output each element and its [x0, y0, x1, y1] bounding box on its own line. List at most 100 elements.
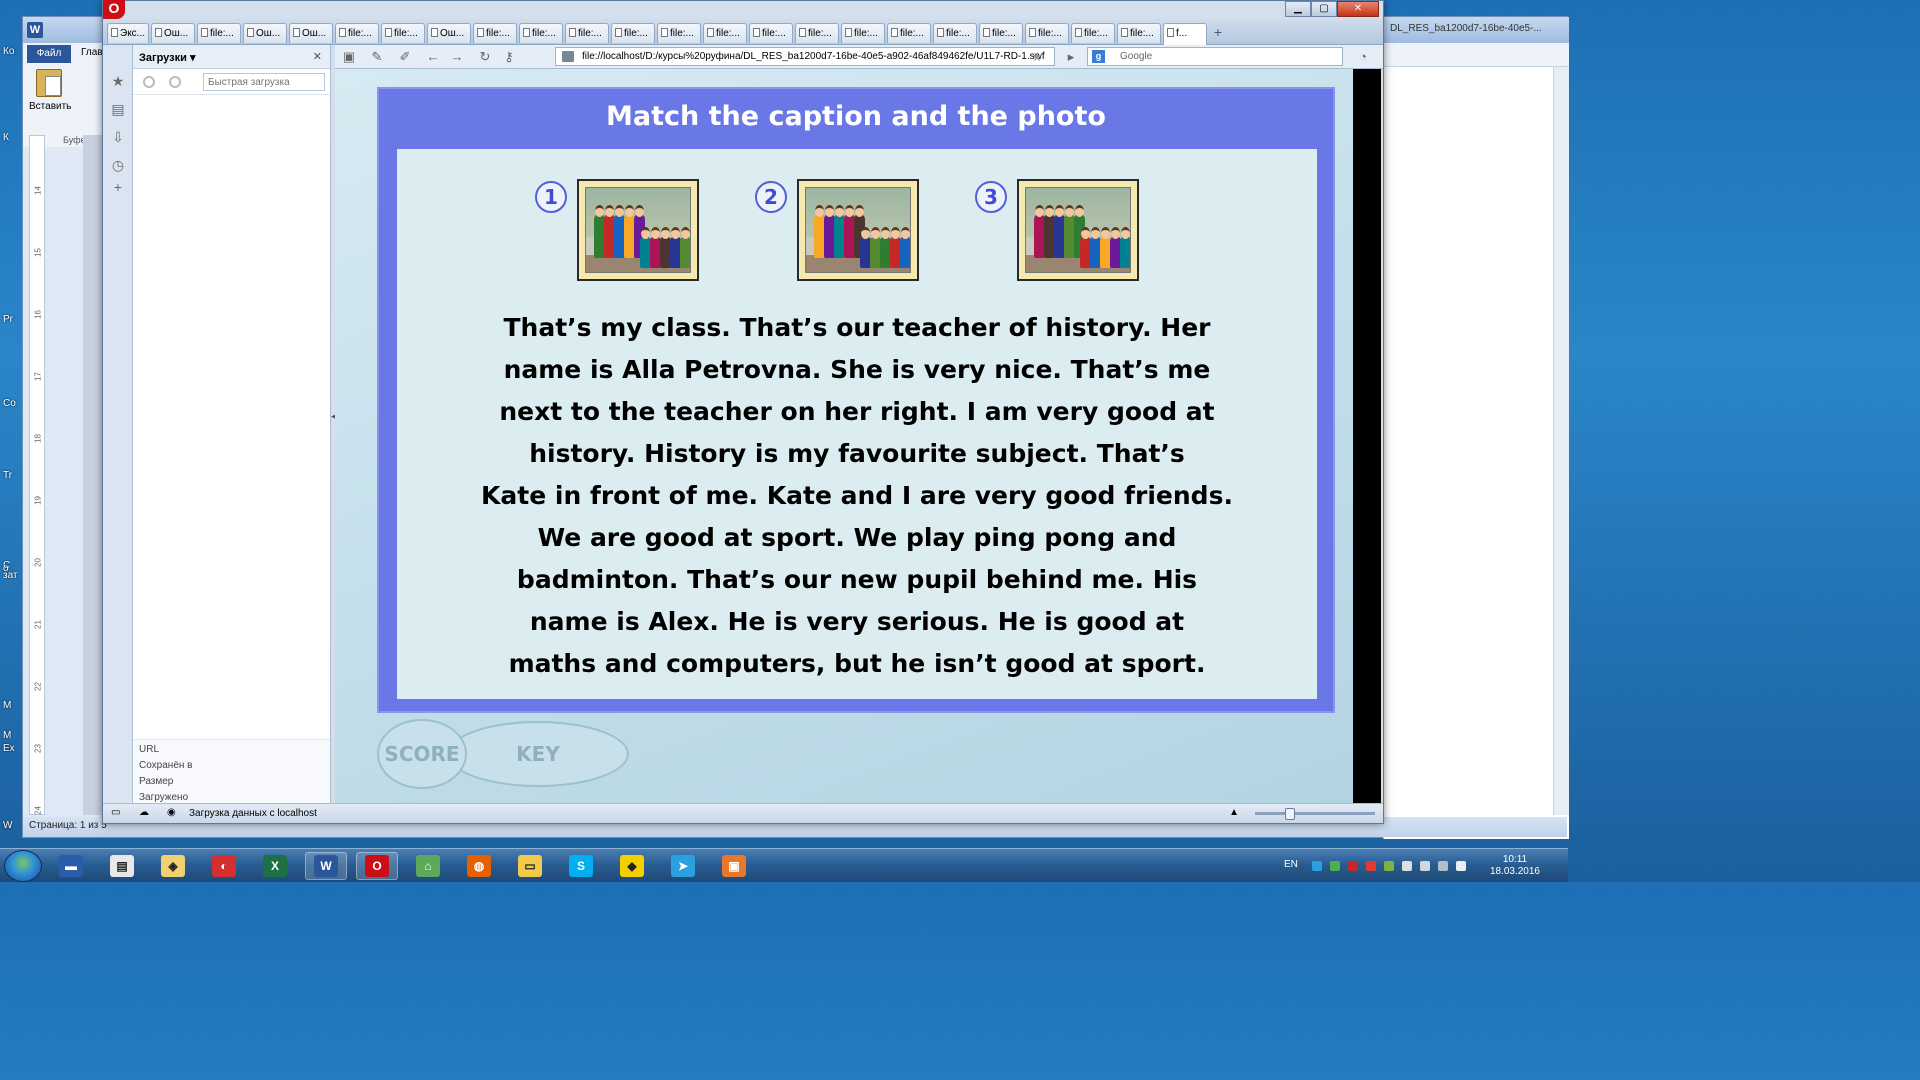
browser-tab[interactable]: file:... [841, 23, 885, 43]
shield-tray-icon[interactable] [1366, 861, 1376, 871]
panel-toggle-icon[interactable]: ▭ [111, 807, 120, 818]
browser-tab[interactable]: Экс... [107, 23, 149, 43]
desktop-icon-label[interactable]: К [3, 132, 9, 143]
browser-tab[interactable]: Ош... [243, 23, 287, 43]
zoom-up-icon[interactable]: ▲ [1229, 807, 1239, 818]
language-indicator[interactable]: EN [1284, 859, 1298, 870]
telegram-tray-icon[interactable] [1312, 861, 1322, 871]
wrench-icon[interactable]: ✎ [369, 49, 385, 65]
browser-tab[interactable]: file:... [473, 23, 517, 43]
notes-icon[interactable]: ▤ [110, 101, 126, 117]
search-field[interactable]: g Google [1087, 47, 1343, 66]
browser-tab[interactable]: file:... [979, 23, 1023, 43]
desktop-icon-label[interactable]: зат [3, 570, 18, 581]
flag-tray-icon[interactable] [1420, 861, 1430, 871]
browser-tab[interactable]: file:... [335, 23, 379, 43]
address-bar[interactable]: file://localhost/D:/курсы%20руфина/DL_RE… [555, 47, 1055, 66]
back-icon[interactable]: ← [425, 49, 441, 65]
browser-tab[interactable]: file:... [933, 23, 977, 43]
word-scrollbar[interactable] [1553, 67, 1569, 815]
downloads-icon[interactable]: ⇩ [110, 129, 126, 145]
start-button[interactable] [4, 850, 42, 882]
taskbar-pdf-button[interactable]: ▣ [713, 852, 755, 880]
go-icon[interactable]: ▸ [1063, 49, 1079, 65]
desktop-icon-label[interactable]: Ex [3, 743, 15, 754]
taskbar-paint-button[interactable]: ◈ [152, 852, 194, 880]
forward-icon[interactable]: → [449, 49, 465, 65]
taskbar-telegram-button[interactable]: ➤ [662, 852, 704, 880]
zoom-slider[interactable] [1255, 808, 1375, 820]
taskbar-skype-button[interactable]: S [560, 852, 602, 880]
turbo-icon[interactable]: ◉ [167, 807, 176, 818]
close-panel-icon[interactable]: ✕ [313, 50, 322, 63]
browser-tab[interactable]: file:... [703, 23, 747, 43]
browser-tab[interactable]: file:... [795, 23, 839, 43]
desktop-icon-label[interactable]: W [3, 820, 12, 831]
browser-tab[interactable]: f... [1163, 23, 1207, 45]
add-panel-icon[interactable]: + [110, 179, 126, 195]
browser-tab[interactable]: Ош... [151, 23, 195, 43]
speed-dial-icon[interactable]: ◔ [1355, 49, 1371, 65]
pen-icon[interactable]: ✐ [397, 49, 413, 65]
new-tab-icon[interactable]: + [1209, 23, 1227, 43]
browser-tab[interactable]: file:... [1071, 23, 1115, 43]
score-button[interactable]: SCORE [377, 719, 467, 789]
desktop-icon-label[interactable]: M [3, 730, 11, 741]
class-photo[interactable] [797, 179, 919, 281]
word-file-tab[interactable]: Файл [27, 45, 71, 63]
antivirus-tray-icon[interactable] [1348, 861, 1358, 871]
update-tray-icon[interactable] [1384, 861, 1394, 871]
resume-icon[interactable] [169, 76, 181, 88]
quick-download-input[interactable] [203, 73, 325, 91]
word-app-icon[interactable]: W [27, 22, 43, 38]
browser-tab[interactable]: file:... [1025, 23, 1069, 43]
cloud-icon[interactable]: ☁ [139, 807, 149, 818]
browser-tab[interactable]: file:... [887, 23, 931, 43]
desktop-icon-label[interactable]: Pr [3, 314, 13, 325]
stop-icon[interactable] [143, 76, 155, 88]
word-home-tab[interactable]: Глав [81, 47, 103, 58]
star-icon[interactable]: ★ [1029, 49, 1045, 65]
minimize-button[interactable]: ▁ [1285, 1, 1311, 17]
reload-icon[interactable]: ↻ [477, 49, 493, 65]
browser-tab[interactable]: file:... [197, 23, 241, 43]
browser-tab[interactable]: file:... [565, 23, 609, 43]
browser-tab[interactable]: file:... [749, 23, 793, 43]
word-paste-button[interactable]: Вставить [29, 69, 71, 119]
panel-title[interactable]: Загрузки [139, 52, 187, 64]
monitor-tray-icon[interactable] [1438, 861, 1448, 871]
volume-tray-icon[interactable] [1456, 861, 1466, 871]
desktop-icon-label[interactable]: М [3, 700, 11, 711]
taskbar-network-button[interactable]: ⌂ [407, 852, 449, 880]
taskbar-excel-button[interactable]: X [254, 852, 296, 880]
maximize-button[interactable]: ▢ [1311, 1, 1337, 17]
browser-tab[interactable]: Ош... [289, 23, 333, 43]
camera-icon[interactable]: ▣ [341, 49, 357, 65]
key-icon[interactable]: ⚷ [501, 49, 517, 65]
desktop-icon-label[interactable]: Tr [3, 470, 12, 481]
taskbar-opera-button[interactable]: O [356, 852, 398, 880]
browser-tab[interactable]: Ош... [427, 23, 471, 43]
browser-tab[interactable]: file:... [1117, 23, 1161, 43]
taskbar-firefox-button[interactable]: ◍ [458, 852, 500, 880]
class-photo[interactable] [577, 179, 699, 281]
taskbar-acrobat-reader-button[interactable]: ◐ [203, 852, 245, 880]
class-photo[interactable] [1017, 179, 1139, 281]
taskbar-explorer-button[interactable]: ▭ [509, 852, 551, 880]
chevron-down-icon[interactable]: ▾ [190, 52, 196, 64]
taskbar-word-button[interactable]: W [305, 852, 347, 880]
browser-tab[interactable]: file:... [657, 23, 701, 43]
browser-tab[interactable]: file:... [381, 23, 425, 43]
browser-tab[interactable]: file:... [611, 23, 655, 43]
history-icon[interactable]: ◷ [110, 157, 126, 173]
desktop-icon-label[interactable]: Ко [3, 46, 14, 57]
network-tray-icon[interactable] [1330, 861, 1340, 871]
clock[interactable]: 10:11 18.03.2016 [1490, 854, 1540, 878]
close-button[interactable]: ✕ [1337, 1, 1379, 17]
bookmarks-icon[interactable]: ★ [110, 73, 126, 89]
key-button[interactable]: KEY [447, 721, 629, 787]
taskbar-batman-button[interactable]: ◆ [611, 852, 653, 880]
speaker-tray-icon[interactable] [1402, 861, 1412, 871]
taskbar-save-button[interactable]: ▬ [50, 852, 92, 880]
desktop-icon-label[interactable]: Co [3, 398, 16, 409]
